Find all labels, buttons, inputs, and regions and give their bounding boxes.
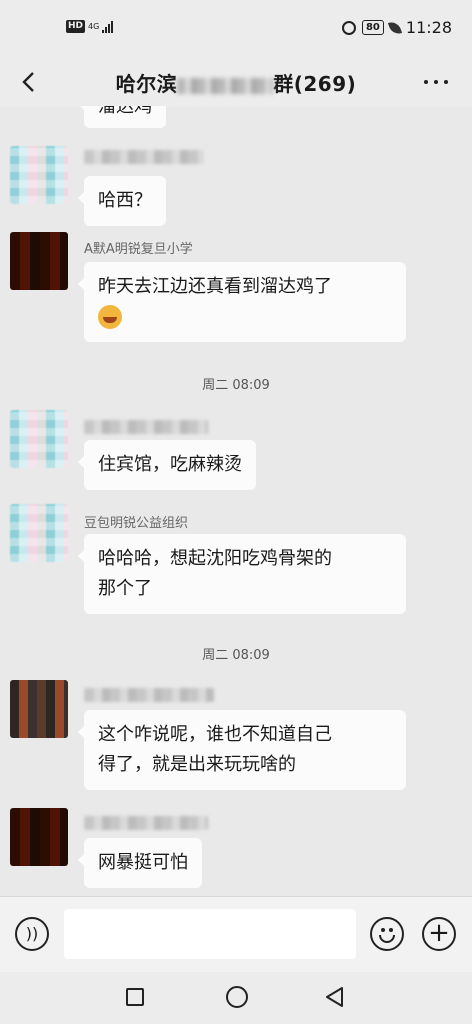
sender-name-redacted [84, 688, 214, 702]
avatar[interactable] [10, 410, 68, 468]
message-bubble[interactable]: 住宾馆，吃麻辣烫 [78, 440, 256, 490]
network-indicators: HD 4G [66, 20, 114, 33]
more-icon[interactable] [424, 80, 448, 84]
voice-icon[interactable]: )) [15, 917, 49, 951]
message-text: 网暴挺可怕 [98, 852, 188, 873]
sender-name-redacted [84, 420, 208, 434]
alarm-icon [341, 20, 356, 35]
input-bar: )) + [0, 896, 472, 973]
plus-icon[interactable]: + [422, 917, 456, 951]
sender-name-redacted [84, 150, 204, 164]
message-text: 哈西？ [98, 190, 152, 211]
hd-badge: HD [66, 20, 86, 33]
network-type: 4G [88, 21, 100, 31]
status-bar: HD 4G 80 11:28 [0, 0, 472, 58]
signal-icon [102, 20, 114, 33]
message-text-line2: 那个了 [98, 578, 152, 599]
message-bubble[interactable]: 哈西？ [78, 176, 166, 226]
timestamp: 周二 08:09 [202, 378, 270, 393]
message-text: 昨天去江边还真看到溜达鸡了 [98, 276, 332, 297]
message-input[interactable] [64, 909, 356, 959]
battery-icon: 80 [361, 20, 384, 35]
nav-back-icon[interactable] [324, 986, 346, 1008]
avatar[interactable] [10, 680, 68, 738]
message-text-line1: 这个咋说呢，谁也不知道自己 [98, 724, 332, 745]
avatar[interactable] [10, 232, 68, 290]
power-saving-icon [387, 19, 402, 36]
nav-recents-icon[interactable] [126, 988, 144, 1006]
redacted-name [177, 77, 274, 94]
emoji-icon[interactable] [370, 917, 404, 951]
chat-header: 哈尔滨 群(269) [0, 58, 472, 106]
message-text: 住宾馆，吃麻辣烫 [98, 454, 242, 475]
group-title-prefix: 哈尔滨 [115, 72, 178, 96]
sender-name-redacted [84, 816, 208, 830]
message-bubble[interactable]: 网暴挺可怕 [78, 838, 202, 888]
sender-name: A默A明锐复旦小学 [84, 242, 193, 257]
avatar[interactable] [10, 504, 68, 562]
message-text: 溜达鸡 [98, 106, 152, 117]
message-bubble[interactable]: 这个咋说呢，谁也不知道自己 得了，就是出来玩玩啥的 [78, 710, 406, 790]
group-title: 哈尔滨 群(269) [0, 68, 472, 97]
laughing-emoji-icon [98, 305, 122, 329]
message-bubble[interactable]: 溜达鸡 [78, 106, 166, 128]
avatar[interactable] [10, 146, 68, 204]
system-nav-bar [0, 972, 472, 1024]
message-bubble[interactable]: 哈哈哈，想起沈阳吃鸡骨架的 那个了 [78, 534, 406, 614]
timestamp: 周二 08:09 [202, 648, 270, 663]
message-bubble[interactable]: 昨天去江边还真看到溜达鸡了 [78, 262, 406, 342]
message-list[interactable]: 溜达鸡 哈西？ A默A明锐复旦小学 昨天去江边还真看到溜达鸡了 周二 08:09… [0, 106, 472, 896]
nav-home-icon[interactable] [226, 986, 248, 1008]
message-text-line2: 得了，就是出来玩玩啥的 [98, 754, 296, 775]
sender-name: 豆包明锐公益组织 [84, 516, 189, 531]
message-text-line1: 哈哈哈，想起沈阳吃鸡骨架的 [98, 548, 332, 569]
avatar[interactable] [10, 808, 68, 866]
status-right: 80 11:28 [341, 18, 452, 37]
status-time: 11:28 [405, 18, 452, 37]
group-title-suffix: 群(269) [273, 72, 357, 96]
